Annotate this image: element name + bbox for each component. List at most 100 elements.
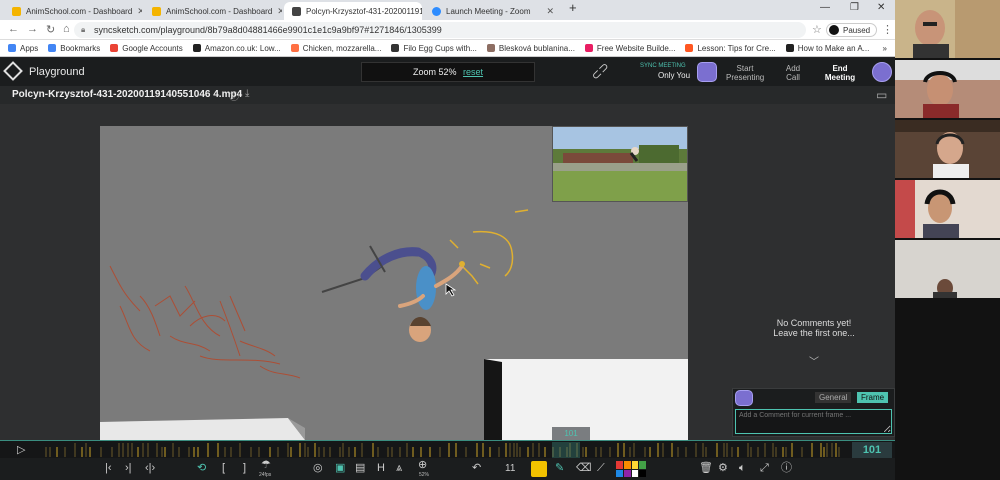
zoom-icon[interactable]: ⊕ <box>418 459 427 472</box>
avatar[interactable] <box>697 62 717 82</box>
bookmark-item[interactable]: Lesson: Tips for Cre... <box>685 44 776 53</box>
download-icon[interactable]: ⤓ <box>245 88 249 99</box>
sync-meeting-label: SYNC MEETING <box>640 63 686 69</box>
go-to-end-icon[interactable]: ›| <box>125 462 132 475</box>
bookmark-item[interactable]: Free Website Builde... <box>584 44 675 53</box>
participant-video-2[interactable] <box>895 60 1000 118</box>
browser-menu-icon[interactable]: ⋮ <box>882 23 893 36</box>
palette-color-swatch[interactable] <box>616 469 623 477</box>
close-tab-icon[interactable]: ✕ <box>546 6 554 17</box>
browser-tab-strip: AnimSchool.com - Dashboard ✕ AnimSchool.… <box>0 0 895 20</box>
volume-icon[interactable]: 🔈︎ <box>739 462 746 475</box>
safe-frame-icon[interactable]: ▤ <box>355 462 365 475</box>
maximize-icon[interactable]: ❐ <box>850 2 859 13</box>
trash-icon[interactable]: 🗑︎ <box>699 462 713 475</box>
visibility-icon[interactable]: ◎ <box>313 462 323 475</box>
start-presenting-line2: Presenting <box>726 73 765 82</box>
end-meeting-button[interactable]: End Meeting <box>822 64 858 82</box>
comments-toggle-icon[interactable]: ▭ <box>876 88 887 102</box>
browser-tab-4[interactable]: Launch Meeting - Zoom ✕ <box>424 2 562 20</box>
profile-button[interactable]: Paused <box>826 23 878 37</box>
palette-color-swatch[interactable] <box>623 469 631 477</box>
start-presenting-button[interactable]: Start Presenting <box>726 64 764 82</box>
fit-range-icon[interactable]: ‹|› <box>145 462 155 475</box>
brush-size-value[interactable]: 11 <box>505 462 515 475</box>
playhead-range <box>552 442 580 458</box>
add-call-line2: Call <box>786 73 800 82</box>
participant-video-4[interactable] <box>895 180 1000 238</box>
bookmark-favicon-icon <box>584 44 593 52</box>
loop-icon[interactable]: ⟲ <box>197 462 206 475</box>
set-out-point-icon[interactable]: ] <box>243 462 246 475</box>
gear-icon[interactable]: ⚙ <box>718 462 728 475</box>
palette-color-swatch[interactable] <box>639 469 646 477</box>
url-input[interactable]: 🔒︎ syncsketch.com/playground/8b79a8d0488… <box>74 22 806 38</box>
add-call-button[interactable]: Add Call <box>779 64 807 82</box>
browser-tab-1[interactable]: AnimSchool.com - Dashboard ✕ <box>4 2 142 20</box>
user-avatar[interactable] <box>872 62 892 82</box>
undo-icon[interactable]: ↶ <box>472 462 481 475</box>
bookmark-star-icon[interactable]: ☆ <box>812 23 822 36</box>
new-tab-icon[interactable]: + <box>569 0 577 15</box>
play-icon[interactable]: ▷ <box>17 443 25 456</box>
reference-scene <box>553 127 687 201</box>
pen-icon[interactable]: ✎ <box>555 462 564 475</box>
info-icon[interactable]: ⓘ <box>229 88 239 103</box>
bookmark-item[interactable]: Bookmarks <box>48 44 100 53</box>
close-window-icon[interactable]: ✕ <box>877 2 885 13</box>
close-tab-icon[interactable]: ✕ <box>137 6 142 17</box>
tab-frame[interactable]: Frame <box>857 392 889 403</box>
browser-tab-3[interactable]: Polcyn-Krzysztof-431-2020011914 ✕ <box>284 2 422 20</box>
more-bookmarks-icon[interactable]: » <box>883 44 887 53</box>
participant-video-5[interactable] <box>895 240 1000 298</box>
lock-icon[interactable]: ▣ <box>335 462 345 475</box>
video-filename: Polcyn-Krzysztof-431-20200119140551046 4… <box>12 89 243 100</box>
palette-color-swatch[interactable] <box>631 461 639 469</box>
participant-feed <box>895 0 1000 58</box>
chevron-down-icon[interactable]: ﹀ <box>809 353 819 368</box>
go-to-start-icon[interactable]: |‹ <box>105 462 112 475</box>
bookmark-item[interactable]: Filo Egg Cups with... <box>391 44 477 53</box>
bookmark-item[interactable]: Amazon.co.uk: Low... <box>192 44 281 53</box>
close-tab-icon[interactable]: ✕ <box>277 6 282 17</box>
palette-color-swatch[interactable] <box>639 461 646 469</box>
color-palette[interactable] <box>616 461 646 477</box>
file-info-row: Polcyn-Krzysztof-431-20200119140551046 4… <box>0 86 895 104</box>
fullscreen-icon[interactable]: ⤢ <box>760 462 769 475</box>
palette-color-swatch[interactable] <box>616 461 623 469</box>
bookmark-item[interactable]: Google Accounts <box>110 44 183 53</box>
eraser-icon[interactable]: ⌫ <box>576 462 592 475</box>
bookmark-favicon-icon <box>290 44 299 52</box>
active-color-swatch[interactable] <box>531 461 547 477</box>
horizontal-flip-icon[interactable]: H <box>377 462 385 475</box>
link-icon[interactable]: ⊂⊃ <box>588 59 612 83</box>
back-icon[interactable]: ← <box>8 23 19 35</box>
palette-color-swatch[interactable] <box>631 469 639 477</box>
tab-general[interactable]: General <box>815 392 852 403</box>
browser-tab-2[interactable]: AnimSchool.com - Dashboard ✕ <box>144 2 282 20</box>
comment-composer: General Frame <box>732 388 895 437</box>
reference-video-thumbnail[interactable] <box>552 126 688 202</box>
syncsketch-logo-icon[interactable] <box>3 61 23 81</box>
eyedropper-icon[interactable]: ⟋ <box>597 462 605 475</box>
palette-color-swatch[interactable] <box>623 461 631 469</box>
participant-video-1[interactable] <box>895 0 1000 58</box>
comment-input[interactable] <box>735 409 892 434</box>
video-frame[interactable] <box>100 126 688 440</box>
help-icon[interactable]: ⓘ <box>781 462 792 475</box>
set-in-point-icon[interactable]: [ <box>222 462 225 475</box>
minimize-icon[interactable]: — <box>820 2 830 13</box>
timeline-scrubber[interactable] <box>44 442 844 458</box>
start-presenting-line1: Start <box>736 64 754 73</box>
participant-video-3[interactable] <box>895 120 1000 178</box>
grid-icon[interactable]: ⩓ <box>396 462 402 475</box>
home-icon[interactable]: ⌂ <box>63 23 70 35</box>
bookmark-item[interactable]: Blesková bublanina... <box>486 44 575 53</box>
reload-icon[interactable]: ↻ <box>46 23 55 36</box>
fps-icon[interactable]: ☂ <box>261 459 271 472</box>
bookmark-item[interactable]: How to Make an A... <box>785 44 869 53</box>
bookmark-item[interactable]: Chicken, mozzarella... <box>290 44 381 53</box>
bookmark-item[interactable]: Apps <box>8 44 38 53</box>
reset-zoom-link[interactable]: reset <box>463 67 483 77</box>
forward-icon[interactable]: → <box>27 23 38 35</box>
